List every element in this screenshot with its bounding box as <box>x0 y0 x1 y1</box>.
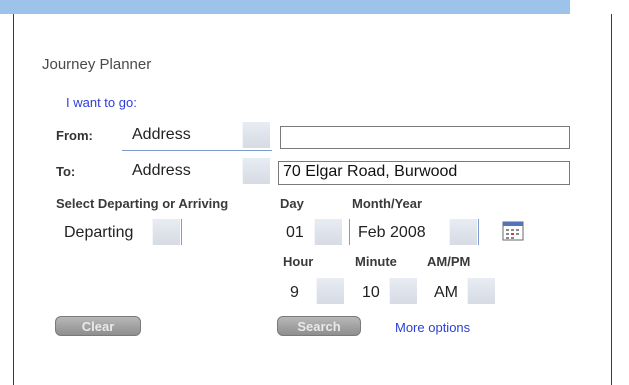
to-type-select[interactable]: Address <box>132 162 191 180</box>
minute-select[interactable]: 10 <box>362 284 380 302</box>
more-options-link[interactable]: More options <box>395 320 470 335</box>
ampm-dropdown-button[interactable] <box>467 278 495 304</box>
from-address-input[interactable] <box>280 126 570 149</box>
mode-select[interactable]: Departing <box>64 224 133 242</box>
from-type-select[interactable]: Address <box>132 126 191 144</box>
monthyear-dropdown-button[interactable] <box>449 219 477 245</box>
ampm-label: AM/PM <box>427 254 471 269</box>
from-type-underline <box>122 150 272 151</box>
mode-dropdown-button[interactable] <box>152 219 180 245</box>
clear-button[interactable]: Clear <box>55 316 141 336</box>
ampm-select[interactable]: AM <box>434 284 458 302</box>
day-dropdown-button[interactable] <box>314 219 342 245</box>
from-type-dropdown-button[interactable] <box>242 122 270 148</box>
search-button[interactable]: Search <box>277 316 361 336</box>
day-select-edge <box>349 219 350 245</box>
monthyear-select[interactable]: Feb 2008 <box>358 224 426 242</box>
mode-select-edge <box>181 219 182 245</box>
top-accent-bar <box>0 0 570 14</box>
hour-select[interactable]: 9 <box>290 284 299 302</box>
minute-dropdown-button[interactable] <box>389 278 417 304</box>
page-title: Journey Planner <box>42 56 152 73</box>
hour-dropdown-button[interactable] <box>316 278 344 304</box>
from-label: From: <box>56 128 93 143</box>
to-label: To: <box>56 164 76 179</box>
to-type-dropdown-button[interactable] <box>242 158 270 184</box>
minute-label: Minute <box>355 254 397 269</box>
calendar-icon[interactable] <box>502 221 524 241</box>
monthyear-label: Month/Year <box>352 196 423 211</box>
mode-label: Select Departing or Arriving <box>56 196 229 211</box>
to-address-input[interactable]: 70 Elgar Road, Burwood <box>278 161 570 185</box>
day-select[interactable]: 01 <box>286 224 304 242</box>
hour-label: Hour <box>283 254 314 269</box>
day-label: Day <box>280 196 304 211</box>
monthyear-select-edge <box>478 219 479 245</box>
section-heading: I want to go: <box>66 95 137 110</box>
